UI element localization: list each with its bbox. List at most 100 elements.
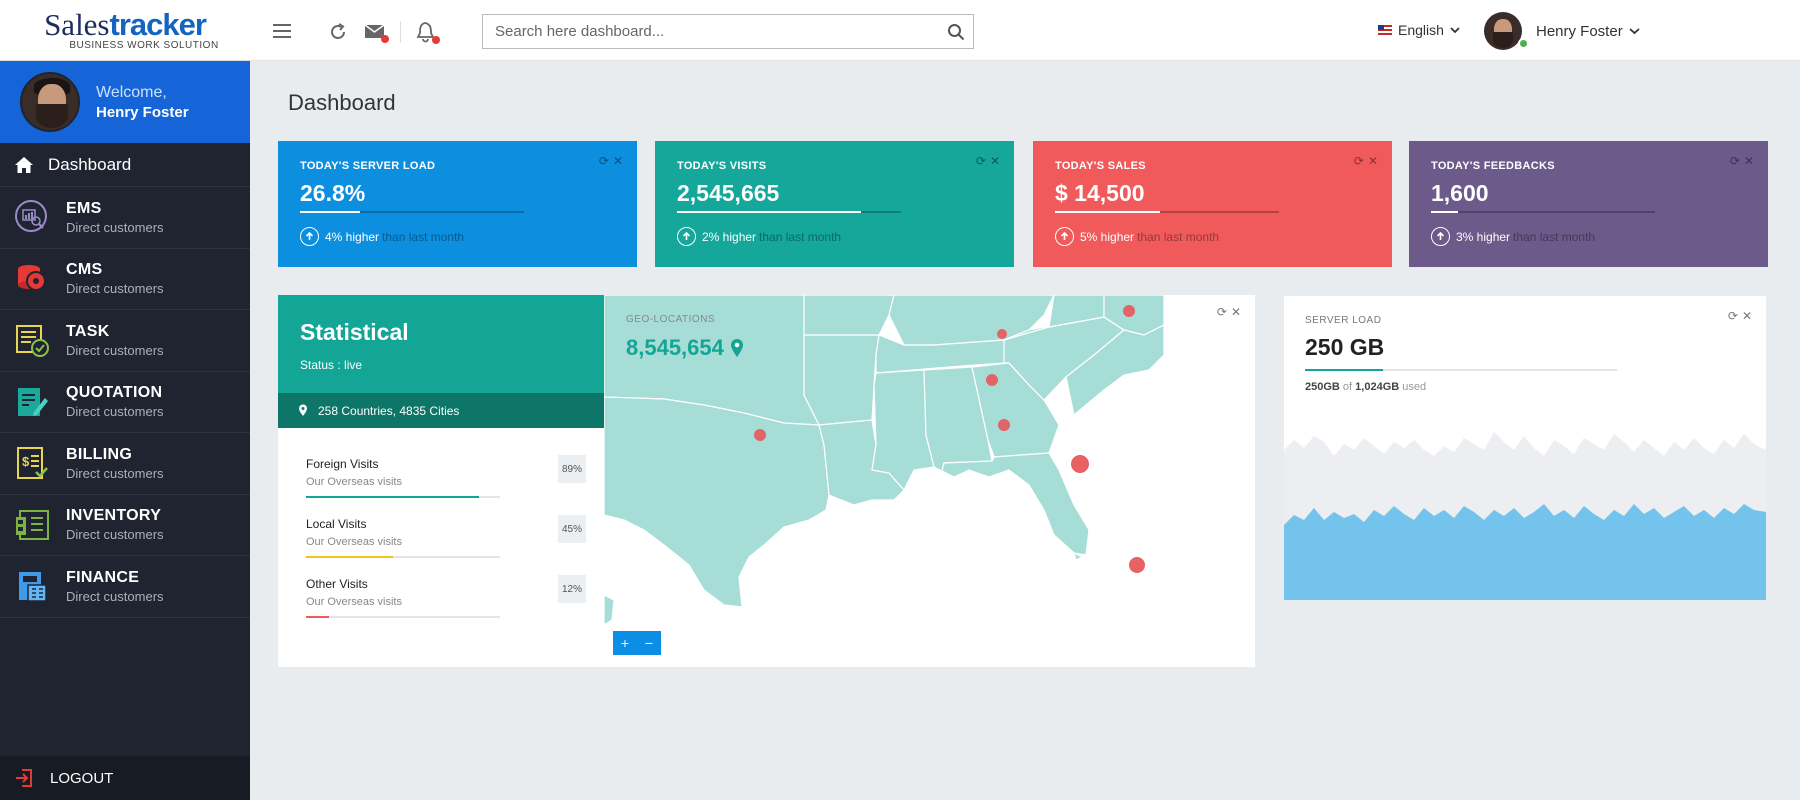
welcome-user-name: Henry Foster: [96, 103, 189, 121]
refresh-icon[interactable]: ⟳: [1217, 305, 1227, 319]
server-load-area-chart: [1284, 432, 1766, 600]
visit-progress: [306, 616, 500, 618]
visit-progress: [306, 496, 500, 498]
visit-sub: Our Overseas visits: [306, 596, 402, 608]
sidebar-item-label: TASK: [66, 322, 110, 340]
close-icon[interactable]: ✕: [1368, 154, 1378, 168]
brand-name-part1: Sales: [44, 7, 110, 42]
geo-map[interactable]: GEO-LOCATIONS 8,545,654 ⟳ ✕ + −: [604, 295, 1255, 667]
mail-icon[interactable]: [364, 22, 390, 44]
sidebar-item-task[interactable]: TASK Direct customers: [0, 310, 250, 372]
user-menu[interactable]: Henry Foster: [1484, 12, 1640, 50]
visit-percent-badge: 89%: [558, 455, 586, 483]
visit-sub: Our Overseas visits: [306, 536, 402, 548]
stat-card-progress: [677, 211, 901, 213]
geo-value: 8,545,654: [626, 335, 744, 361]
sidebar-item-finance[interactable]: FINANCE Direct customers: [0, 556, 250, 618]
visit-row-local: Local Visits Our Overseas visits 45%: [306, 515, 586, 558]
language-selector[interactable]: English: [1378, 22, 1460, 38]
sidebar-item-dashboard[interactable]: Dashboard: [0, 143, 250, 187]
arrow-up-icon: [677, 227, 696, 246]
visit-title: Local Visits: [306, 517, 367, 531]
topbar-divider: [400, 21, 401, 43]
server-load-value: 250 GB: [1305, 334, 1385, 360]
sidebar-item-sub: Direct customers: [66, 465, 164, 481]
sidebar-item-inventory[interactable]: INVENTORY Direct customers: [0, 495, 250, 556]
sidebar-item-label: INVENTORY: [66, 507, 162, 525]
statistical-status: Status : live: [300, 358, 363, 372]
sidebar-item-cms[interactable]: CMS Direct customers: [0, 249, 250, 310]
stat-card-change: 2% higher: [702, 229, 757, 244]
online-status-indicator: [1518, 38, 1529, 49]
stat-card-value: 2,545,665: [677, 180, 780, 206]
billing-icon: $: [17, 447, 48, 480]
close-icon[interactable]: ✕: [990, 154, 1000, 168]
stat-card-server-load: ⟳ ✕ TODAY'S SERVER LOAD 26.8% 4% higher th…: [278, 141, 637, 267]
sidebar-item-quotation[interactable]: QUOTATION Direct customers: [0, 372, 250, 433]
geo-value-number: 8,545,654: [626, 335, 724, 360]
quotation-icon: [18, 387, 48, 416]
visit-title: Other Visits: [306, 577, 368, 591]
statistical-title: Statistical: [300, 319, 409, 345]
stat-card-value: 1,600: [1431, 180, 1489, 206]
zoom-in-button[interactable]: +: [613, 631, 637, 655]
refresh-icon[interactable]: ⟳: [599, 154, 609, 168]
topbar: English Henry Foster: [250, 0, 1800, 61]
bell-icon[interactable]: [416, 21, 442, 45]
chevron-down-icon: [1629, 28, 1640, 35]
logout-label: LOGOUT: [50, 769, 114, 787]
stat-card-note: than last month: [382, 229, 465, 244]
brand-logo[interactable]: Salestracker BUSINESS WORK SOLUTION: [0, 0, 250, 61]
avatar[interactable]: [20, 72, 80, 132]
sidebar-item-sub: Direct customers: [66, 404, 164, 420]
sidebar-item-sub: Direct customers: [66, 527, 164, 543]
statistical-panel: Statistical Status : live 258 Countries,…: [278, 295, 1255, 667]
refresh-icon[interactable]: [328, 22, 348, 42]
close-icon[interactable]: ✕: [1742, 309, 1752, 323]
search-input[interactable]: [483, 15, 923, 48]
sidebar-item-sub: Direct customers: [66, 588, 164, 604]
sidebar-item-billing[interactable]: $ BILLING Direct customers: [0, 433, 250, 495]
refresh-icon[interactable]: ⟳: [1354, 154, 1364, 168]
logout-button[interactable]: LOGOUT: [0, 756, 250, 800]
avatar: [1484, 12, 1522, 50]
sidebar-item-label: QUOTATION: [66, 384, 163, 402]
hamburger-menu-icon[interactable]: [272, 23, 292, 39]
sidebar-item-sub: Direct customers: [66, 219, 164, 235]
stat-card-note: than last month: [759, 229, 842, 244]
visit-percent-badge: 12%: [558, 575, 586, 603]
sidebar-item-label: EMS: [66, 199, 102, 217]
close-icon[interactable]: ✕: [1744, 154, 1754, 168]
visit-percent-badge: 45%: [558, 515, 586, 543]
stat-card-title: TODAY'S FEEDBACKS: [1431, 160, 1555, 172]
stat-card-title: TODAY'S VISITS: [677, 160, 767, 172]
arrow-up-icon: [1431, 227, 1450, 246]
stat-card-change: 3% higher: [1456, 229, 1511, 244]
task-icon: [16, 325, 49, 358]
logout-icon: [16, 769, 32, 787]
close-icon[interactable]: ✕: [1231, 305, 1241, 319]
server-load-area-foreground: [1284, 504, 1766, 600]
card-tools: ⟳ ✕: [1217, 305, 1241, 319]
language-label: English: [1398, 22, 1444, 38]
stat-card-sales: ⟳ ✕ TODAY'S SALES $ 14,500 5% higher than …: [1033, 141, 1392, 267]
stat-card-note: than last month: [1513, 229, 1596, 244]
sidebar-item-label: BILLING: [66, 445, 133, 463]
sidebar-item-ems[interactable]: EMS Direct customers: [0, 187, 250, 249]
refresh-icon[interactable]: ⟳: [976, 154, 986, 168]
finance-icon: [19, 572, 47, 602]
arrow-up-icon: [1055, 227, 1074, 246]
server-used: 250GB: [1305, 381, 1340, 393]
search-icon[interactable]: [947, 23, 965, 41]
locations-count: 258 Countries, 4835 Cities: [318, 403, 460, 418]
sidebar-item-label: Dashboard: [48, 154, 132, 174]
close-icon[interactable]: ✕: [613, 154, 623, 168]
refresh-icon[interactable]: ⟳: [1730, 154, 1740, 168]
stat-card-feedbacks: ⟳ ✕ TODAY'S FEEDBACKS 1,600 3% higher than…: [1409, 141, 1768, 267]
refresh-icon[interactable]: ⟳: [1728, 309, 1738, 323]
us-flag-icon: [1378, 25, 1392, 35]
stat-card-value: 26.8%: [300, 180, 366, 206]
map-zoom-controls: + −: [613, 631, 661, 655]
visit-progress: [306, 556, 500, 558]
zoom-out-button[interactable]: −: [637, 631, 661, 655]
